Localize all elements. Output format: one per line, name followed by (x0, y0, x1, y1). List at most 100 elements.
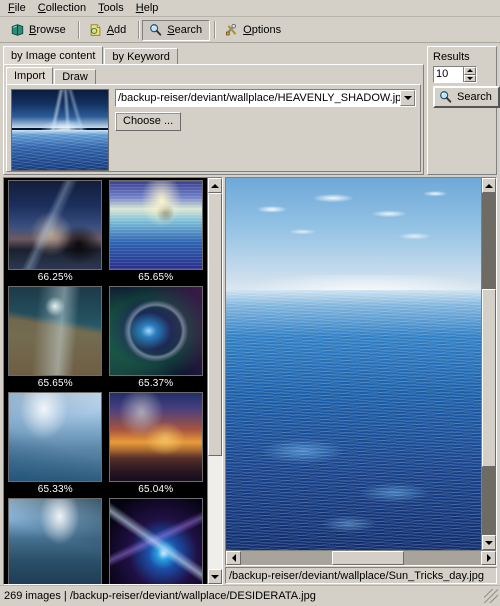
arrow-right-icon (486, 554, 491, 562)
result-score: 66.25% (37, 272, 73, 283)
result-thumbnail[interactable] (8, 286, 103, 376)
import-panel: /backup-reiser/deviant/wallplace/HEAVENL… (6, 84, 421, 172)
options-button-label: Options (243, 24, 282, 36)
result-score: 65.65% (37, 378, 73, 389)
menu-item-help[interactable]: Help (131, 1, 166, 16)
subtab-import[interactable]: Import (6, 67, 54, 84)
toolbar-separator (77, 21, 79, 39)
resize-grip[interactable] (484, 589, 498, 603)
scroll-down-button[interactable] (208, 569, 222, 584)
result-thumbnail[interactable] (108, 180, 203, 270)
image-path-value[interactable]: /backup-reiser/deviant/wallplace/HEAVENL… (116, 90, 400, 106)
chevron-down-icon (403, 96, 412, 100)
result-thumbnail[interactable] (108, 498, 203, 584)
result-item[interactable] (106, 498, 207, 584)
magnifier-icon (148, 23, 163, 37)
tab-by-keyword[interactable]: by Keyword (104, 48, 178, 64)
result-score: 65.33% (37, 484, 73, 495)
result-item[interactable]: 65.04% (106, 392, 207, 498)
search-panel: by Image content by Keyword Import Draw (0, 43, 500, 177)
viewer-scroll-up-button[interactable] (482, 178, 496, 193)
stepper-up-button[interactable] (464, 67, 476, 75)
toolbar-separator-2 (138, 21, 140, 39)
results-vertical-scrollbar[interactable] (207, 178, 222, 584)
result-thumbnail[interactable] (8, 392, 103, 482)
arrow-down-icon (211, 574, 219, 579)
arrow-up-icon (485, 183, 493, 188)
search-submit-label: Search (457, 91, 492, 103)
scrollbar-thumb[interactable] (208, 193, 222, 457)
menu-item-file[interactable]: File (3, 1, 33, 16)
menu-item-collection[interactable]: Collection (33, 1, 93, 16)
book-icon (10, 23, 25, 37)
search-toolbar-button[interactable]: Search (142, 19, 211, 41)
menu-bar: File Collection Tools Help (0, 0, 500, 17)
scroll-up-button[interactable] (208, 178, 222, 193)
content-area: 66.25% 65.65% 65.65% 65.37% 65.33% 65.04… (0, 177, 500, 585)
browse-button[interactable]: Browse (4, 19, 74, 41)
add-button[interactable]: Add (81, 19, 135, 41)
viewer-hscrollbar-thumb[interactable] (332, 551, 405, 565)
combobox-dropdown-button[interactable] (400, 90, 415, 106)
results-grid-panel: 66.25% 65.65% 65.65% 65.37% 65.33% 65.04… (3, 177, 223, 585)
viewer-image[interactable] (226, 178, 481, 550)
result-item[interactable]: 65.33% (5, 392, 106, 498)
result-thumbnail[interactable] (108, 286, 203, 376)
search-tab-body: Import Draw /backup-reiser/deviant/wallp… (3, 64, 424, 175)
result-item[interactable]: 66.25% (5, 180, 106, 286)
arrow-up-icon (467, 69, 473, 73)
results-options-panel: Results 10 Search (427, 46, 500, 175)
application-window: File Collection Tools Help Browse Add Se… (0, 0, 500, 606)
query-image-preview[interactable] (11, 89, 109, 171)
image-path-combobox[interactable]: /backup-reiser/deviant/wallplace/HEAVENL… (115, 89, 416, 107)
result-item[interactable]: 65.65% (5, 286, 106, 392)
search-toolbar-label: Search (167, 24, 203, 36)
image-viewer-panel: /backup-reiser/deviant/wallplace/Sun_Tri… (225, 177, 497, 585)
options-button[interactable]: Options (218, 19, 290, 41)
result-item[interactable]: 65.65% (106, 180, 207, 286)
magnifier-icon (438, 90, 453, 104)
arrow-up-icon (211, 183, 219, 188)
viewer-scroll-down-button[interactable] (482, 535, 496, 550)
query-fields: /backup-reiser/deviant/wallplace/HEAVENL… (115, 89, 416, 167)
results-count-stepper[interactable]: 10 (433, 66, 477, 83)
viewer-horizontal-scrollbar[interactable] (226, 550, 496, 565)
viewer-clouds (226, 178, 481, 290)
result-thumbnail[interactable] (108, 392, 203, 482)
browse-button-label: Browse (29, 24, 66, 36)
viewer-scroll-right-button[interactable] (481, 551, 496, 565)
result-thumbnail[interactable] (8, 498, 103, 584)
viewer-scroll-left-button[interactable] (226, 551, 241, 565)
search-left-area: by Image content by Keyword Import Draw (3, 46, 424, 175)
viewer-row (226, 178, 496, 550)
arrow-down-icon (485, 540, 493, 545)
viewer-scrollbar-thumb[interactable] (482, 288, 496, 467)
viewer-scrollbar-track[interactable] (482, 193, 496, 535)
results-scroll-area: 66.25% 65.65% 65.65% 65.37% 65.33% 65.04… (4, 178, 207, 584)
stepper-buttons (463, 67, 476, 82)
result-item[interactable] (5, 498, 106, 584)
stepper-down-button[interactable] (464, 74, 476, 82)
menu-item-tools[interactable]: Tools (93, 1, 131, 16)
search-submit-button[interactable]: Search (433, 86, 500, 108)
result-thumbnail[interactable] (8, 180, 103, 270)
results-count-label: Results (433, 51, 470, 63)
viewer-hscrollbar-track[interactable] (241, 551, 481, 565)
results-count-value[interactable]: 10 (434, 67, 463, 82)
toolbar-separator-3 (214, 21, 216, 39)
subtab-draw[interactable]: Draw (54, 69, 96, 84)
result-score: 65.65% (138, 272, 174, 283)
scrollbar-track[interactable] (208, 193, 222, 569)
status-text: 269 images | /backup-reiser/deviant/wall… (4, 590, 316, 602)
arrow-down-icon (467, 76, 473, 80)
tools-icon (224, 23, 239, 37)
preview-sea (12, 130, 108, 170)
result-score: 65.37% (138, 378, 174, 389)
choose-file-button[interactable]: Choose ... (115, 112, 182, 131)
status-bar: 269 images | /backup-reiser/deviant/wall… (0, 585, 500, 606)
viewer-vertical-scrollbar[interactable] (481, 178, 496, 550)
tab-by-image-content[interactable]: by Image content (3, 46, 104, 64)
add-button-label: Add (106, 24, 127, 36)
result-item[interactable]: 65.37% (106, 286, 207, 392)
viewer-sea (226, 289, 481, 550)
